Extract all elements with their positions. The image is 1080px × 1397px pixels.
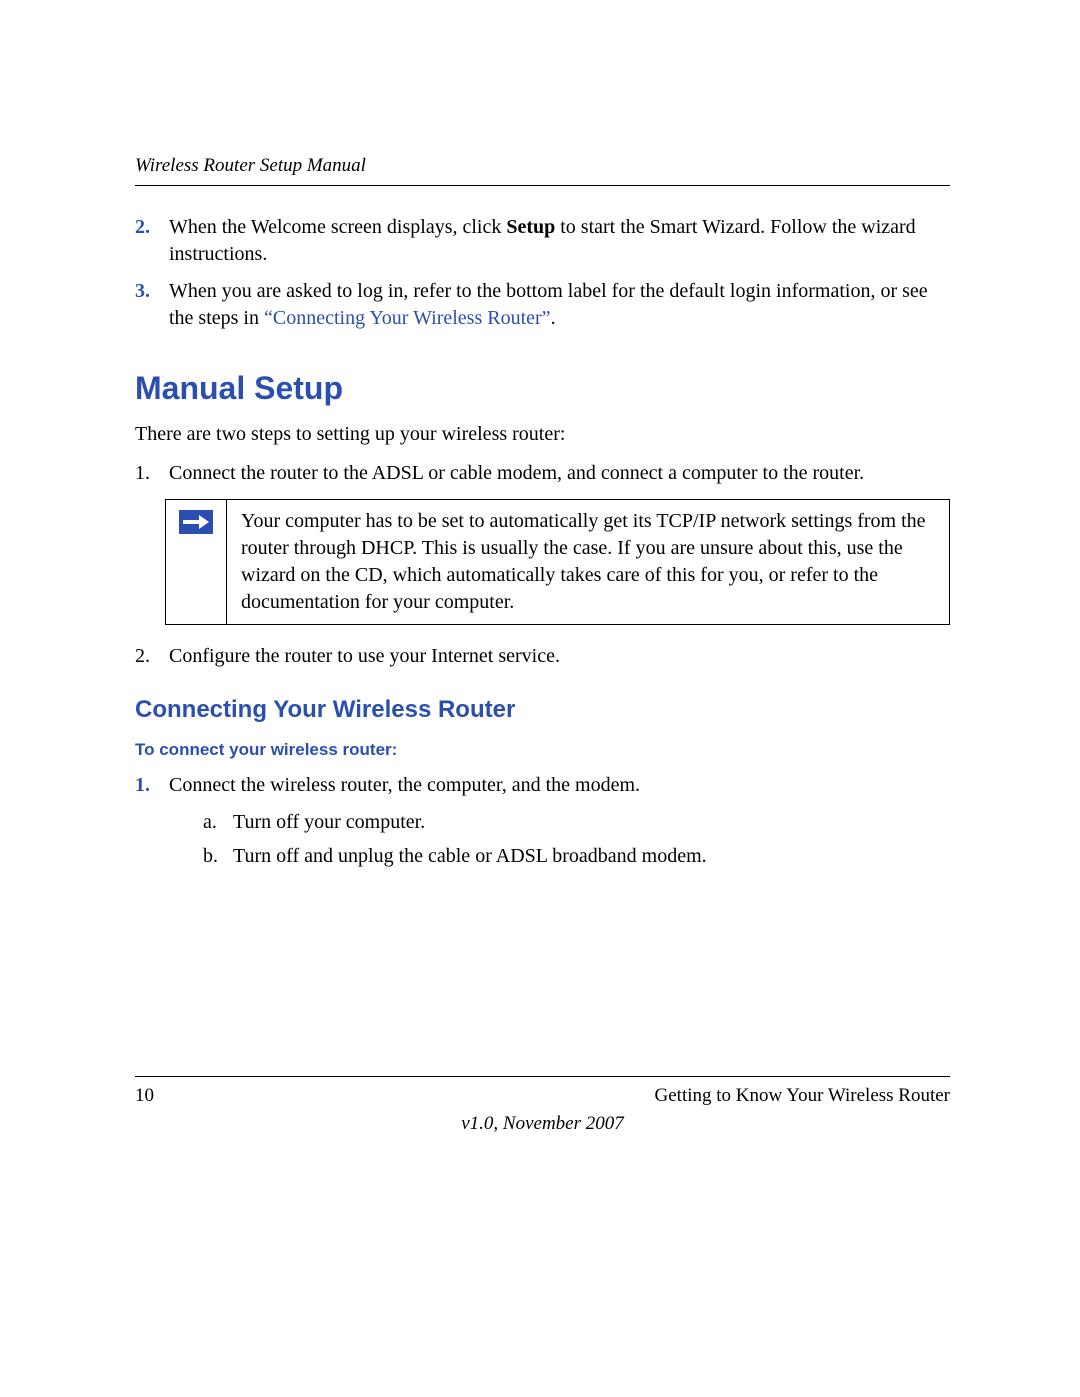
two-step-list-cont: 2. Configure the router to use your Inte…: [135, 643, 950, 670]
step-body: When the Welcome screen displays, click …: [169, 214, 950, 268]
step-marker: 2.: [135, 214, 169, 268]
step-marker: 3.: [135, 278, 169, 332]
text: Connect the wireless router, the compute…: [169, 774, 640, 796]
page-number: 10: [135, 1085, 154, 1107]
paragraph: There are two steps to setting up your w…: [135, 421, 950, 448]
note-text: Your computer has to be set to automatic…: [227, 500, 949, 624]
step-body: Connect the wireless router, the compute…: [169, 772, 950, 875]
step-marker: 1.: [135, 772, 169, 875]
document-page: Wireless Router Setup Manual 2. When the…: [0, 0, 1080, 1397]
substep-body: Turn off and unplug the cable or ADSL br…: [233, 841, 707, 871]
note-icon-cell: [166, 500, 227, 624]
substep-body: Turn off your computer.: [233, 807, 425, 837]
step-body: Configure the router to use your Interne…: [169, 643, 560, 670]
two-step-list: 1. Connect the router to the ADSL or cab…: [135, 460, 950, 487]
step-marker: 2.: [135, 643, 169, 670]
cross-reference-link[interactable]: “Connecting Your Wireless Router”: [264, 307, 551, 329]
connect-steps-list: 1. Connect the wireless router, the comp…: [135, 772, 950, 875]
heading-to-connect: To connect your wireless router:: [135, 740, 950, 760]
heading-connecting: Connecting Your Wireless Router: [135, 696, 950, 724]
heading-manual-setup: Manual Setup: [135, 370, 950, 407]
substep-marker: b.: [203, 841, 233, 871]
text: .: [551, 307, 556, 329]
footer-section-title: Getting to Know Your Wireless Router: [655, 1085, 950, 1107]
arrow-right-icon: [179, 510, 213, 534]
page-footer: 10 Getting to Know Your Wireless Router: [135, 1076, 950, 1107]
step-body: Connect the router to the ADSL or cable …: [169, 460, 864, 487]
list-item: 3. When you are asked to log in, refer t…: [135, 278, 950, 332]
substep-marker: a.: [203, 807, 233, 837]
text: When the Welcome screen displays, click: [169, 216, 506, 238]
step-body: When you are asked to log in, refer to t…: [169, 278, 950, 332]
list-item: 1. Connect the wireless router, the comp…: [135, 772, 950, 875]
bold-text: Setup: [506, 216, 555, 238]
list-item: 2. Configure the router to use your Inte…: [135, 643, 950, 670]
note-callout: Your computer has to be set to automatic…: [165, 499, 950, 625]
list-item: a. Turn off your computer.: [203, 807, 950, 837]
footer-version: v1.0, November 2007: [135, 1113, 950, 1135]
continued-steps-list: 2. When the Welcome screen displays, cli…: [135, 214, 950, 332]
running-header: Wireless Router Setup Manual: [135, 155, 950, 186]
step-marker: 1.: [135, 460, 169, 487]
list-item: b. Turn off and unplug the cable or ADSL…: [203, 841, 950, 871]
list-item: 1. Connect the router to the ADSL or cab…: [135, 460, 950, 487]
sub-step-list: a. Turn off your computer. b. Turn off a…: [169, 807, 950, 871]
list-item: 2. When the Welcome screen displays, cli…: [135, 214, 950, 268]
